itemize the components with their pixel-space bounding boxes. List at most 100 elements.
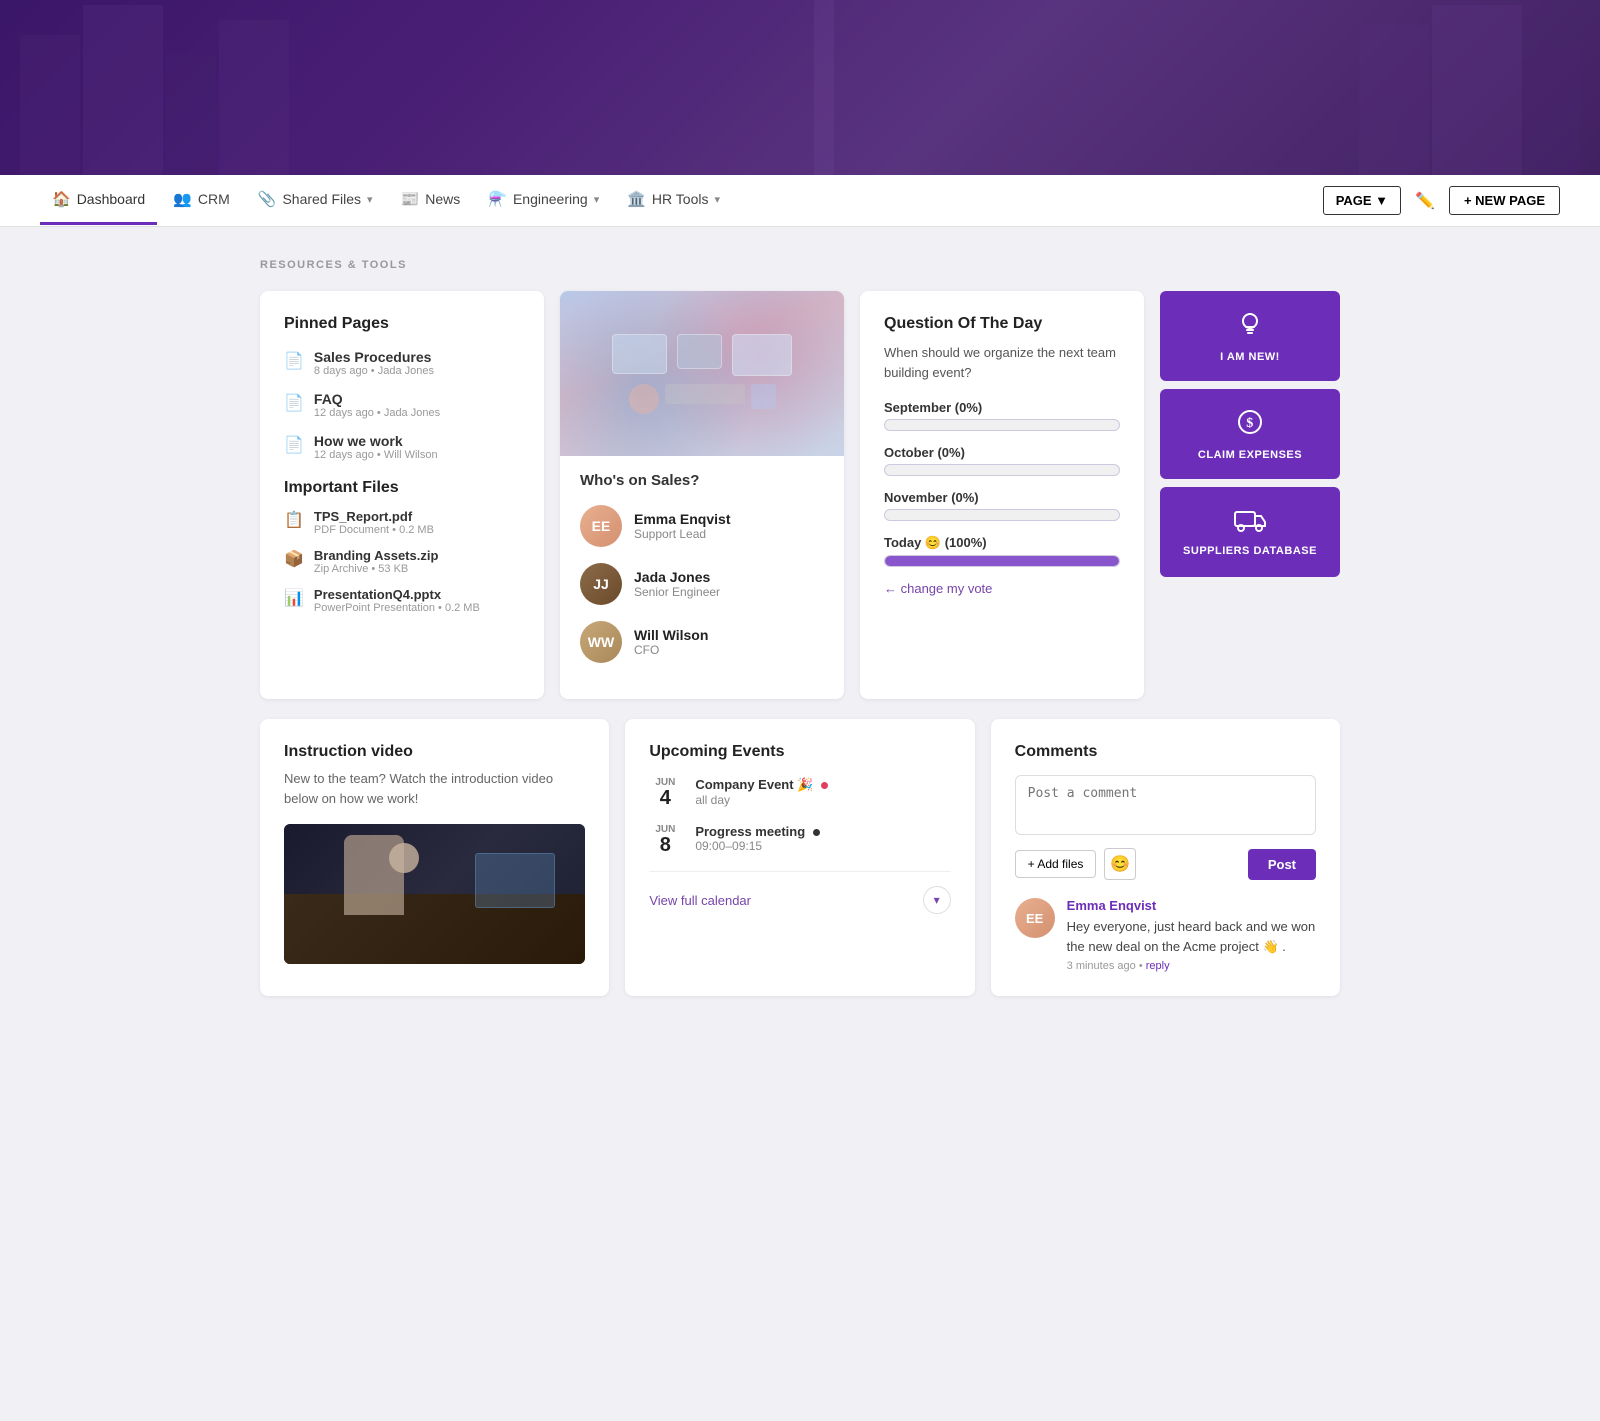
i-am-new-label: I AM NEW! <box>1220 351 1280 363</box>
file-item-tps[interactable]: 📋 TPS_Report.pdf PDF Document • 0.2 MB <box>284 509 520 536</box>
event-date-jun4: JUN 4 <box>649 777 681 808</box>
view-calendar-label: View full calendar <box>649 893 751 908</box>
person-item-emma[interactable]: EE Emma Enqvist Support Lead <box>580 505 824 547</box>
person-name-jada: Jada Jones <box>634 569 720 585</box>
sales-image <box>560 291 844 456</box>
post-button[interactable]: Post <box>1248 849 1316 880</box>
file-name-presentation: PresentationQ4.pptx <box>314 587 480 602</box>
instruction-video-thumbnail[interactable] <box>284 824 585 964</box>
crm-icon: 👥 <box>173 190 192 208</box>
avatar-emma-comment: EE <box>1015 898 1055 938</box>
view-calendar-link[interactable]: View full calendar ▾ <box>649 871 950 914</box>
page-name-how-we-work: How we work <box>314 433 438 449</box>
avatar-jada: JJ <box>580 563 622 605</box>
claim-expenses-label: CLAIM EXPENSES <box>1198 449 1302 461</box>
person-name-will: Will Wilson <box>634 627 708 643</box>
event-day-jun4: 4 <box>660 788 671 808</box>
comment-actions: + Add files 😊 Post <box>1015 848 1316 880</box>
nav-label-dashboard: Dashboard <box>77 191 146 207</box>
event-time-progress: 09:00–09:15 <box>695 839 819 853</box>
files-icon: 📎 <box>258 190 277 208</box>
sales-img-inner <box>560 291 844 456</box>
comments-title: Comments <box>1015 743 1316 761</box>
file-meta-tps: PDF Document • 0.2 MB <box>314 524 434 536</box>
file-item-presentation[interactable]: 📊 PresentationQ4.pptx PowerPoint Present… <box>284 587 520 614</box>
avatar-will: WW <box>580 621 622 663</box>
file-icon-pdf: 📋 <box>284 510 304 530</box>
nav-item-hr-tools[interactable]: 🏛️ HR Tools ▾ <box>615 176 732 225</box>
question-card: Question Of The Day When should we organ… <box>860 291 1144 699</box>
nav-label-engineering: Engineering <box>513 191 588 207</box>
page-item-how-we-work[interactable]: 📄 How we work 12 days ago • Will Wilson <box>284 433 520 461</box>
page-item-faq[interactable]: 📄 FAQ 12 days ago • Jada Jones <box>284 391 520 419</box>
comment-input[interactable] <box>1015 775 1316 835</box>
comment-user-emma[interactable]: Emma Enqvist <box>1067 898 1316 913</box>
reply-link-emma[interactable]: reply <box>1146 960 1170 972</box>
page-item-sales[interactable]: 📄 Sales Procedures 8 days ago • Jada Jon… <box>284 349 520 377</box>
engineering-icon: ⚗️ <box>488 190 507 208</box>
poll-option-september[interactable]: September (0%) <box>884 400 1120 431</box>
event-name-progress: Progress meeting <box>695 824 819 839</box>
nav-item-engineering[interactable]: ⚗️ Engineering ▾ <box>476 176 611 225</box>
events-title: Upcoming Events <box>649 743 950 761</box>
truck-icon <box>1234 508 1266 539</box>
sales-body: Who's on Sales? EE Emma Enqvist Support … <box>560 456 844 699</box>
bottom-grid: Instruction video New to the team? Watch… <box>260 719 1340 996</box>
nav-right: PAGE ▼ ✏️ + NEW PAGE <box>1323 185 1560 217</box>
person-item-will[interactable]: WW Will Wilson CFO <box>580 621 824 663</box>
poll-option-today[interactable]: Today 😊 (100%) <box>884 535 1120 567</box>
nav-items: 🏠 Dashboard 👥 CRM 📎 Shared Files ▾ 📰 New… <box>40 176 1323 225</box>
edit-button[interactable]: ✏️ <box>1409 185 1441 217</box>
change-vote-link[interactable]: ← change my vote <box>884 581 1120 596</box>
page-item-faq-content: FAQ 12 days ago • Jada Jones <box>314 391 440 419</box>
person-item-jada[interactable]: JJ Jada Jones Senior Engineer <box>580 563 824 605</box>
comments-card: Comments + Add files 😊 Post EE Emma Enqv… <box>991 719 1340 996</box>
nav-label-hr-tools: HR Tools <box>652 191 709 207</box>
poll-label-september: September (0%) <box>884 400 1120 415</box>
question-title: Question Of The Day <box>884 315 1120 333</box>
file-tps-content: TPS_Report.pdf PDF Document • 0.2 MB <box>314 509 434 536</box>
pinned-pages-title: Pinned Pages <box>284 315 520 333</box>
person-role-jada: Senior Engineer <box>634 585 720 599</box>
poll-label-november: November (0%) <box>884 490 1120 505</box>
nav-label-news: News <box>425 191 460 207</box>
page-item-how-we-work-content: How we work 12 days ago • Will Wilson <box>314 433 438 461</box>
poll-option-october[interactable]: October (0%) <box>884 445 1120 476</box>
i-am-new-button[interactable]: I AM NEW! <box>1160 291 1340 381</box>
suppliers-database-button[interactable]: SUPPLIERS DATABASE <box>1160 487 1340 577</box>
lightbulb-icon <box>1236 310 1264 345</box>
page-button[interactable]: PAGE ▼ <box>1323 186 1401 215</box>
document-icon-1: 📄 <box>284 351 304 371</box>
poll-bar-today-bg <box>884 555 1120 567</box>
event-day-jun8: 8 <box>660 835 671 855</box>
pinned-pages-card: Pinned Pages 📄 Sales Procedures 8 days a… <box>260 291 544 699</box>
instruction-title: Instruction video <box>284 743 585 761</box>
comment-action-left: + Add files 😊 <box>1015 848 1137 880</box>
poll-label-today: Today 😊 (100%) <box>884 535 1120 551</box>
page-item-sales-content: Sales Procedures 8 days ago • Jada Jones <box>314 349 434 377</box>
file-presentation-content: PresentationQ4.pptx PowerPoint Presentat… <box>314 587 480 614</box>
file-item-branding[interactable]: 📦 Branding Assets.zip Zip Archive • 53 K… <box>284 548 520 575</box>
nav-item-crm[interactable]: 👥 CRM <box>161 176 242 225</box>
person-role-will: CFO <box>634 643 708 657</box>
nav-item-dashboard[interactable]: 🏠 Dashboard <box>40 176 157 225</box>
poll-option-november[interactable]: November (0%) <box>884 490 1120 521</box>
nav-item-news[interactable]: 📰 News <box>389 176 473 225</box>
new-page-button[interactable]: + NEW PAGE <box>1449 186 1560 215</box>
poll-bar-october-bg <box>884 464 1120 476</box>
sales-card: Who's on Sales? EE Emma Enqvist Support … <box>560 291 844 699</box>
page-name-sales: Sales Procedures <box>314 349 434 365</box>
home-icon: 🏠 <box>52 190 71 208</box>
news-icon: 📰 <box>401 190 420 208</box>
banner <box>0 0 1600 175</box>
event-item-progress: JUN 8 Progress meeting 09:00–09:15 <box>649 824 950 855</box>
important-files-title: Important Files <box>284 479 520 497</box>
emoji-button[interactable]: 😊 <box>1104 848 1136 880</box>
page-meta-sales: 8 days ago • Jada Jones <box>314 365 434 377</box>
add-files-button[interactable]: + Add files <box>1015 850 1097 878</box>
upcoming-events-card: Upcoming Events JUN 4 Company Event 🎉 al… <box>625 719 974 996</box>
nav-item-shared-files[interactable]: 📎 Shared Files ▾ <box>246 176 385 225</box>
claim-expenses-button[interactable]: $ CLAIM EXPENSES <box>1160 389 1340 479</box>
calendar-chevron-down-icon[interactable]: ▾ <box>923 886 951 914</box>
nav-label-crm: CRM <box>198 191 230 207</box>
